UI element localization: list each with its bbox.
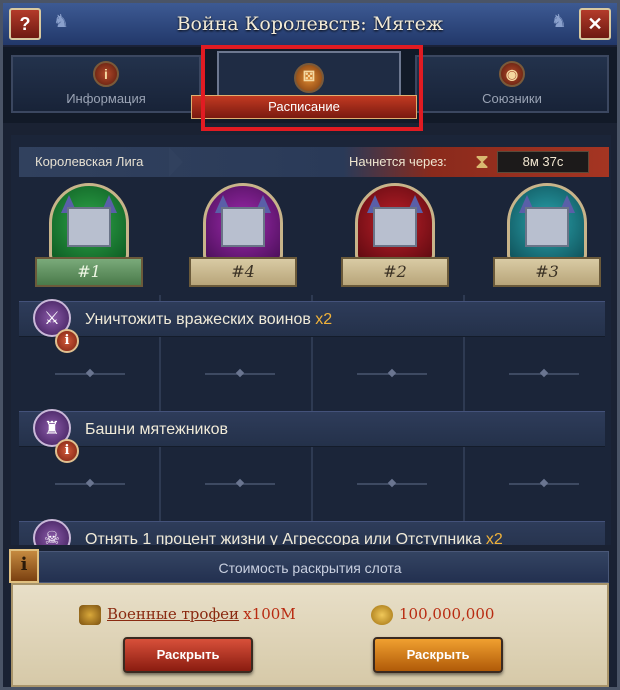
empty-slot-marker	[205, 483, 275, 485]
castle-rank: #4	[189, 257, 297, 287]
info-icon[interactable]: i	[55, 329, 79, 353]
castle-rank: #2	[341, 257, 449, 287]
info-icon[interactable]: i	[55, 439, 79, 463]
empty-slot-marker	[55, 373, 125, 375]
title-bar: ? ♞ Война Королевств: Мятеж ♞ ✕	[3, 3, 617, 47]
info-icon: i	[93, 61, 119, 87]
castle-icon	[67, 207, 111, 247]
castle-icon	[373, 207, 417, 247]
gold-amount: 100,000,000	[399, 605, 495, 623]
empty-slot-marker	[357, 483, 427, 485]
tab-label: Информация	[66, 91, 146, 106]
info-icon[interactable]: i	[9, 549, 39, 583]
empty-slot-marker	[55, 483, 125, 485]
reveal-button-gold[interactable]: Раскрыть	[373, 637, 503, 673]
empty-slot-marker	[357, 373, 427, 375]
castle-slot[interactable]: #1	[29, 183, 149, 293]
trophy-icon	[79, 605, 101, 626]
task-label: Башни мятежников	[85, 421, 229, 438]
trophy-qty: x100M	[243, 605, 296, 623]
allies-icon: ◉	[499, 61, 525, 87]
task-row[interactable]: Уничтожить вражеских воинов x2	[19, 301, 605, 337]
castle-row: #1 #4 #2 #3	[19, 183, 611, 293]
tab-label: Союзники	[482, 91, 542, 106]
castle-rank: #1	[35, 257, 143, 287]
countdown-timer: 8м 37с	[497, 151, 589, 173]
league-bar: Королевская Лига Начнется через: ⧗ 8м 37…	[19, 147, 609, 177]
trophy-link[interactable]: Военные трофеи	[107, 605, 239, 623]
task-row[interactable]: Отнять 1 процент жизни у Агрессора или О…	[19, 521, 605, 545]
window-title: Война Королевств: Мятеж	[176, 13, 444, 35]
task-multiplier: x2	[485, 531, 503, 545]
task-row[interactable]: Башни мятежников	[19, 411, 605, 447]
empty-slot-marker	[205, 373, 275, 375]
highlight-box	[201, 45, 423, 131]
cost-trophies: Военные трофеи x100M	[79, 605, 296, 626]
task-multiplier: x2	[315, 311, 333, 328]
hourglass-icon: ⧗	[475, 151, 490, 173]
gold-coin-icon	[371, 605, 393, 626]
reveal-button-trophies[interactable]: Раскрыть	[123, 637, 253, 673]
schedule-panel: Королевская Лига Начнется через: ⧗ 8м 37…	[11, 135, 611, 545]
castle-icon	[525, 207, 569, 247]
league-arrow	[169, 147, 183, 177]
castle-slot[interactable]: #2	[335, 183, 455, 293]
close-button[interactable]: ✕	[579, 8, 611, 40]
lion-ornament-icon: ♞	[550, 11, 567, 31]
castle-icon	[221, 207, 265, 247]
task-label: Отнять 1 процент жизни у Агрессора или О…	[85, 531, 503, 545]
cost-gold: 100,000,000	[371, 605, 495, 626]
slot-cost-bar: Стоимость раскрытия слота	[11, 551, 609, 583]
slot-cost-label: Стоимость раскрытия слота	[218, 560, 402, 576]
castle-rank: #3	[493, 257, 601, 287]
window-frame: ? ♞ Война Королевств: Мятеж ♞ ✕ i Информ…	[0, 0, 620, 690]
starts-label: Начнется через:	[349, 154, 447, 169]
castle-slot[interactable]: #3	[487, 183, 607, 293]
tab-allies[interactable]: ◉ Союзники	[415, 55, 609, 113]
league-name: Королевская Лига	[35, 154, 144, 169]
task-label: Уничтожить вражеских воинов x2	[85, 311, 333, 328]
tab-information[interactable]: i Информация	[11, 55, 201, 113]
empty-slot-marker	[509, 373, 579, 375]
empty-slot-marker	[509, 483, 579, 485]
cost-panel: Военные трофеи x100M 100,000,000 Раскрыт…	[11, 583, 609, 687]
castle-slot[interactable]: #4	[183, 183, 303, 293]
